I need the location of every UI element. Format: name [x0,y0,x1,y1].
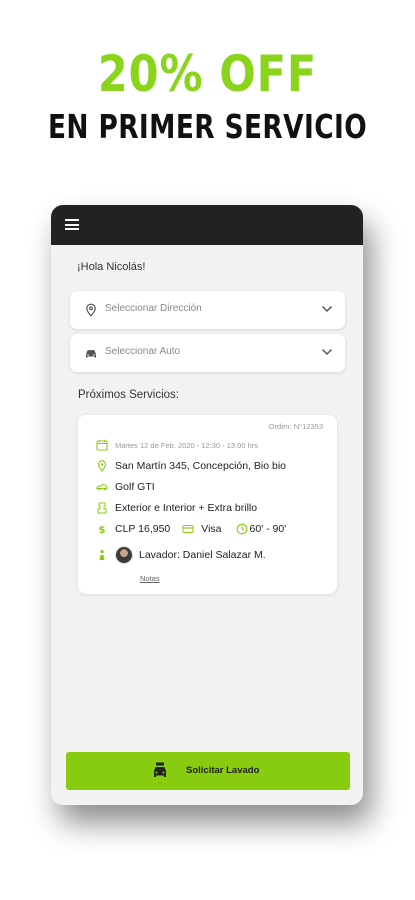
car-front-icon [154,762,166,777]
address-select[interactable]: Seleccionar Dirección [70,291,345,329]
clock-icon [236,523,247,535]
service-washer-row: Lavador: Daniel Salazar M. [96,545,266,565]
service-washer: Lavador: Daniel Salazar M. [139,549,266,561]
car-select[interactable]: Seleccionar Auto [70,334,345,372]
washer-person-icon [99,550,105,560]
car-side-icon [96,484,108,491]
washer-avatar [115,546,133,564]
service-details-row: $ CLP 16,950 Visa 60' - 90' [96,522,287,536]
request-wash-label: Solicitar Lavado [186,765,260,776]
address-select-label: Seleccionar Dirección [105,303,202,314]
car-icon [86,350,96,358]
dollar-icon: $ [99,525,106,535]
chevron-down-icon [321,348,333,356]
service-type: Exterior e Interior + Extra brillo [115,502,258,514]
svg-text:$: $ [99,525,106,535]
top-bar [51,205,363,245]
service-duration: 60' - 90' [249,523,287,535]
order-number: Orden: N°12353 [268,422,323,431]
credit-card-icon [182,525,194,533]
hamburger-menu-icon[interactable] [65,219,79,230]
service-address-row: San Martín 345, Concepción, Bio bio [96,459,286,473]
promo-banner: 20% OFF EN PRIMER SERVICIO [0,0,415,200]
car-seat-icon [97,502,107,514]
promo-subheadline: EN PRIMER SERVICIO [47,107,368,146]
phone-screen: ¡Hola Nicolás! Seleccionar Dirección Sel… [51,205,363,805]
notes-link[interactable]: Notas [140,574,160,583]
greeting-text: ¡Hola Nicolás! [77,261,146,273]
location-pin-icon [86,303,96,317]
upcoming-services-title: Próximos Servicios: [78,389,179,401]
service-car-row: Golf GTI [96,480,155,494]
chevron-down-icon [321,305,333,313]
service-type-row: Exterior e Interior + Extra brillo [96,501,257,515]
promo-headline: 20% OFF [97,45,318,103]
service-car: Golf GTI [115,481,155,493]
service-date-row: Martes 12 de Feb. 2020 - 12:30 - 13:00 h… [96,438,258,452]
request-wash-button[interactable]: Solicitar Lavado [66,752,350,790]
service-address: San Martín 345, Concepción, Bio bio [115,460,287,472]
service-payment: Visa [201,523,222,535]
calendar-icon [96,439,108,451]
car-select-label: Seleccionar Auto [105,346,181,357]
service-price: CLP 16,950 [115,523,171,535]
service-date: Martes 12 de Feb. 2020 - 12:30 - 13:00 h… [115,440,259,450]
service-card[interactable]: Orden: N°12353 Martes 12 de Feb. 2020 - … [78,415,337,594]
location-pin-icon [97,460,107,472]
